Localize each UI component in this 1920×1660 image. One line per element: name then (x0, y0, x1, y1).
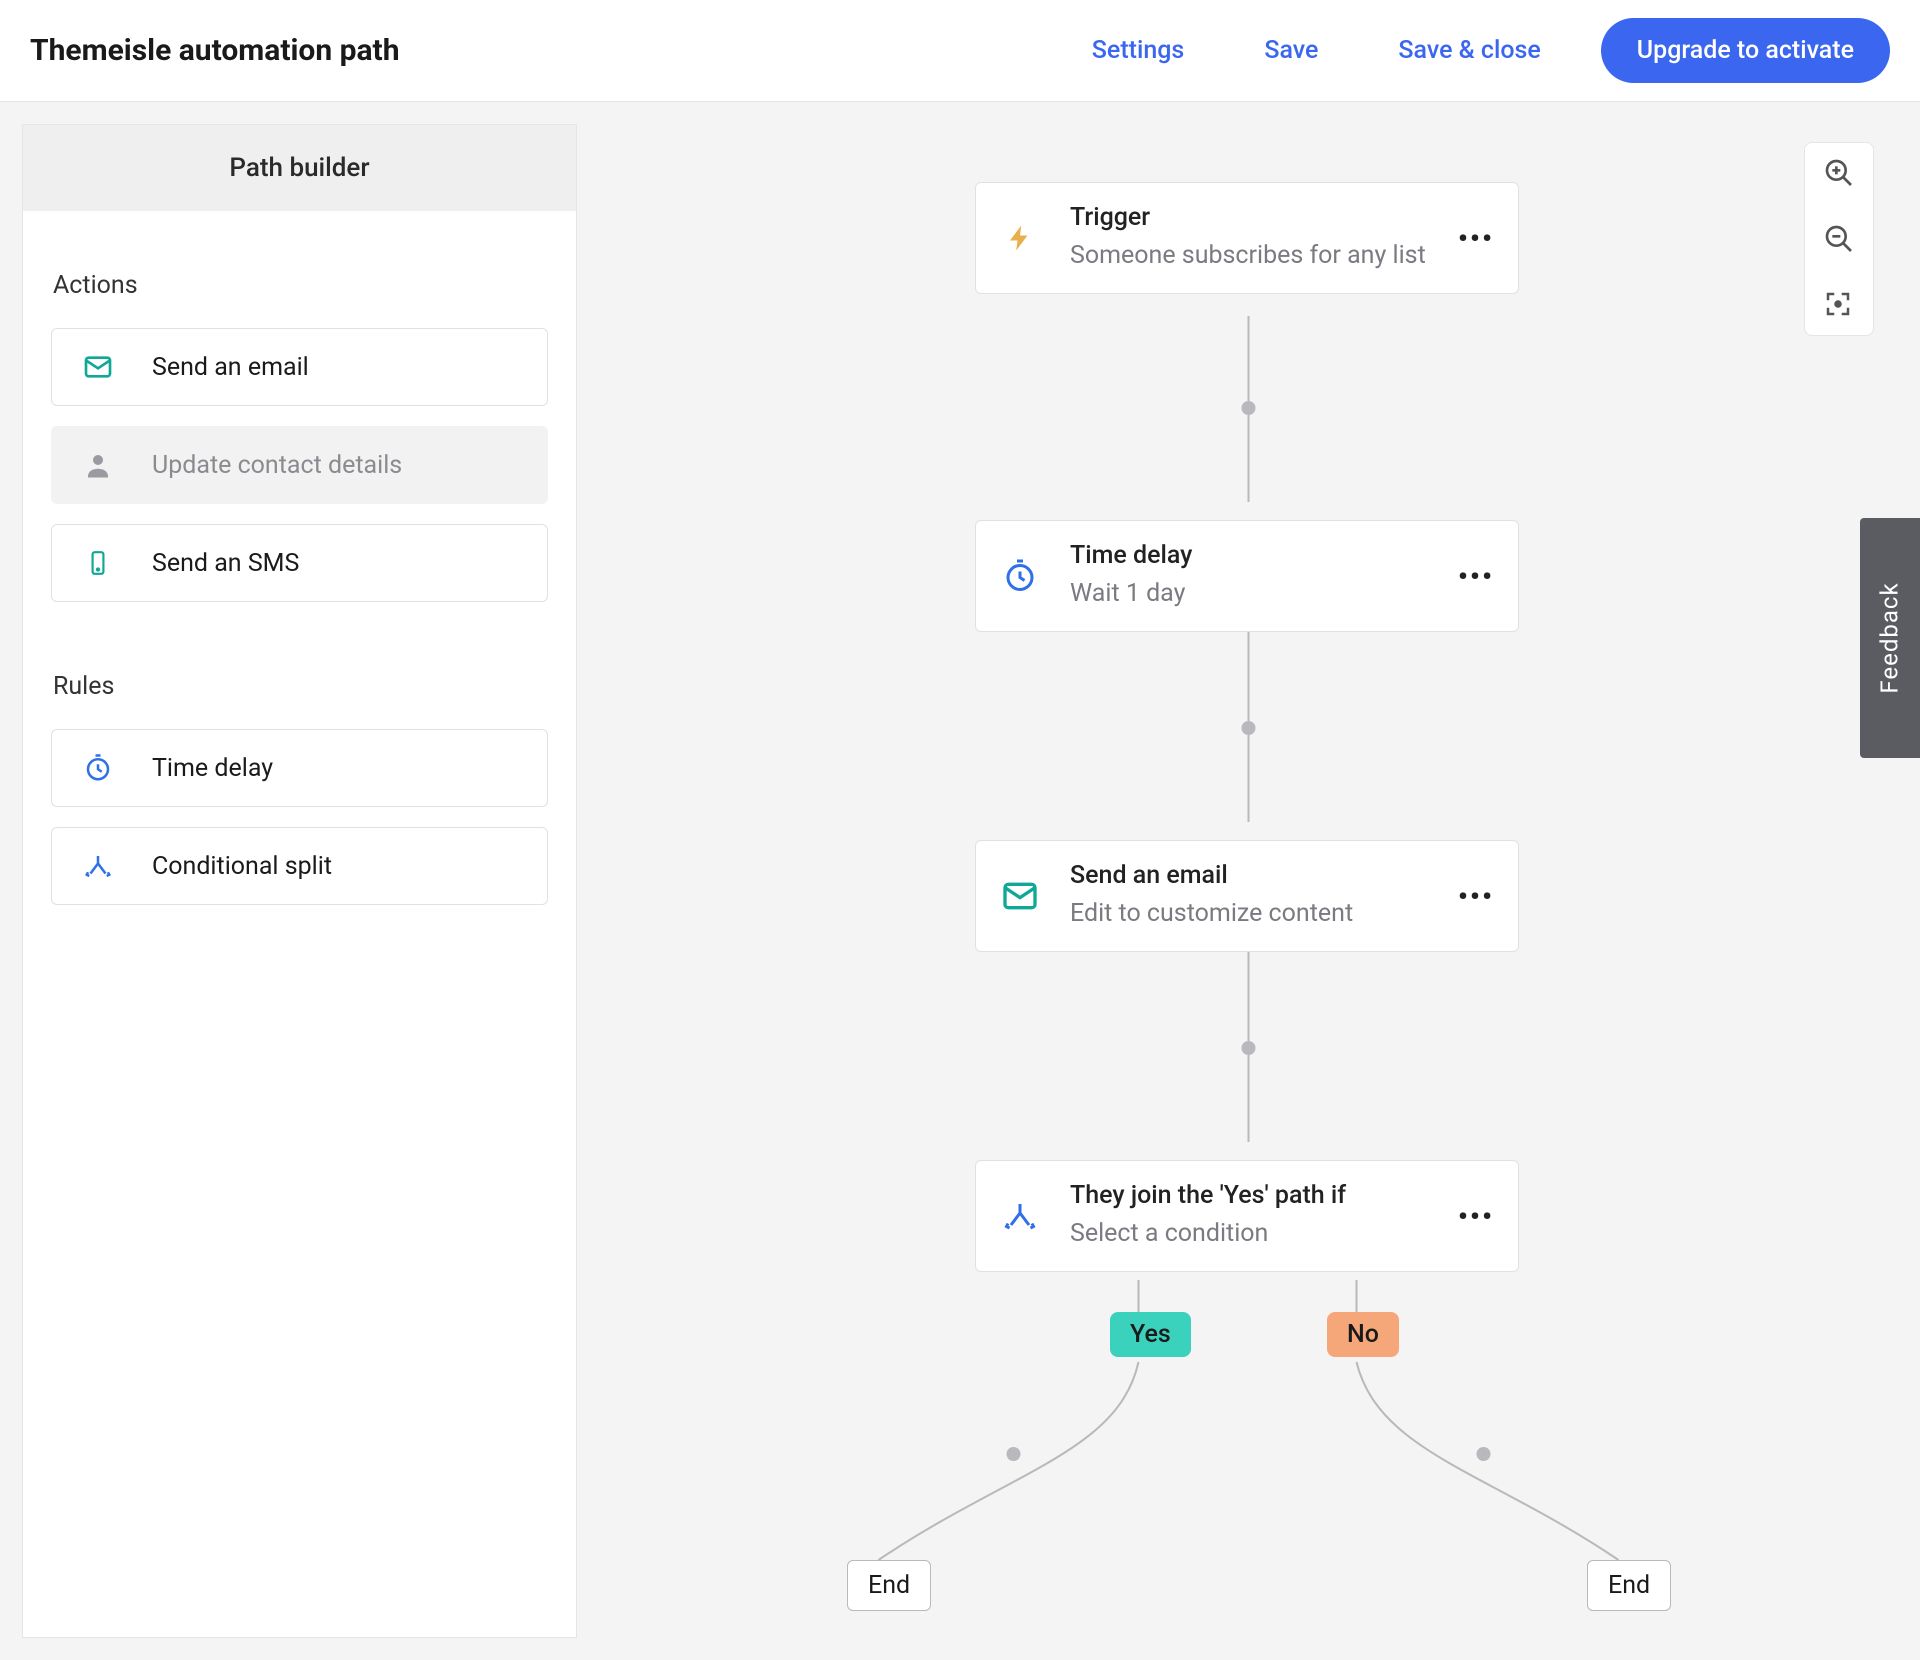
palette-send-email[interactable]: Send an email (51, 328, 548, 406)
split-icon (1000, 1196, 1040, 1236)
sidebar: Path builder Actions Send an email Updat… (22, 124, 577, 1638)
node-texts: Send an email Edit to customize content (1070, 861, 1428, 931)
yes-pill[interactable]: Yes (1110, 1312, 1191, 1357)
settings-button[interactable]: Settings (1092, 36, 1185, 65)
node-subtitle: Someone subscribes for any list (1070, 238, 1428, 273)
end-left[interactable]: End (847, 1560, 931, 1611)
zoom-panel (1804, 142, 1874, 336)
node-texts: Time delay Wait 1 day (1070, 541, 1428, 611)
feedback-tab[interactable]: Feedback (1860, 518, 1920, 758)
rules-heading: Rules (23, 612, 576, 719)
phone-icon (82, 547, 114, 579)
feedback-label: Feedback (1876, 582, 1904, 693)
mail-icon (82, 351, 114, 383)
node-menu-button[interactable]: ••• (1458, 222, 1494, 255)
zoom-in-icon[interactable] (1823, 157, 1855, 189)
node-subtitle: Wait 1 day (1070, 576, 1428, 611)
palette-send-sms[interactable]: Send an SMS (51, 524, 548, 602)
node-title: They join the 'Yes' path if (1070, 1181, 1428, 1210)
node-delay[interactable]: Time delay Wait 1 day ••• (975, 520, 1519, 632)
node-menu-button[interactable]: ••• (1458, 560, 1494, 593)
bolt-icon (1000, 218, 1040, 258)
node-split[interactable]: They join the 'Yes' path if Select a con… (975, 1160, 1519, 1272)
node-title: Time delay (1070, 541, 1428, 570)
node-texts: They join the 'Yes' path if Select a con… (1070, 1181, 1428, 1251)
person-icon (82, 449, 114, 481)
top-actions: Settings Save Save & close Upgrade to ac… (1092, 18, 1890, 83)
node-menu-button[interactable]: ••• (1458, 1200, 1494, 1233)
main-area: Path builder Actions Send an email Updat… (0, 102, 1920, 1660)
no-pill[interactable]: No (1327, 1312, 1399, 1357)
page-title: Themeisle automation path (30, 33, 400, 68)
actions-heading: Actions (23, 211, 576, 318)
node-texts: Trigger Someone subscribes for any list (1070, 203, 1428, 273)
node-title: Trigger (1070, 203, 1428, 232)
node-title: Send an email (1070, 861, 1428, 890)
end-right[interactable]: End (1587, 1560, 1671, 1611)
fit-screen-icon[interactable] (1823, 289, 1855, 321)
palette-item-label: Send an email (152, 353, 309, 382)
mail-icon (1000, 876, 1040, 916)
top-bar: Themeisle automation path Settings Save … (0, 0, 1920, 102)
save-close-button[interactable]: Save & close (1398, 36, 1540, 65)
zoom-out-icon[interactable] (1823, 223, 1855, 255)
stopwatch-icon (82, 752, 114, 784)
upgrade-button[interactable]: Upgrade to activate (1601, 18, 1890, 83)
node-menu-button[interactable]: ••• (1458, 880, 1494, 913)
stopwatch-icon (1000, 556, 1040, 596)
palette-item-label: Conditional split (152, 852, 332, 881)
palette-conditional-split[interactable]: Conditional split (51, 827, 548, 905)
palette-item-label: Send an SMS (152, 549, 299, 578)
canvas[interactable]: Trigger Someone subscribes for any list … (577, 102, 1920, 1660)
palette-time-delay[interactable]: Time delay (51, 729, 548, 807)
node-trigger[interactable]: Trigger Someone subscribes for any list … (975, 182, 1519, 294)
save-button[interactable]: Save (1264, 36, 1318, 65)
split-icon (82, 850, 114, 882)
node-subtitle: Select a condition (1070, 1216, 1428, 1251)
node-email[interactable]: Send an email Edit to customize content … (975, 840, 1519, 952)
palette-item-label: Update contact details (152, 451, 402, 480)
sidebar-title: Path builder (23, 125, 576, 211)
palette-item-label: Time delay (152, 754, 273, 783)
node-subtitle: Edit to customize content (1070, 896, 1428, 931)
palette-update-contact: Update contact details (51, 426, 548, 504)
